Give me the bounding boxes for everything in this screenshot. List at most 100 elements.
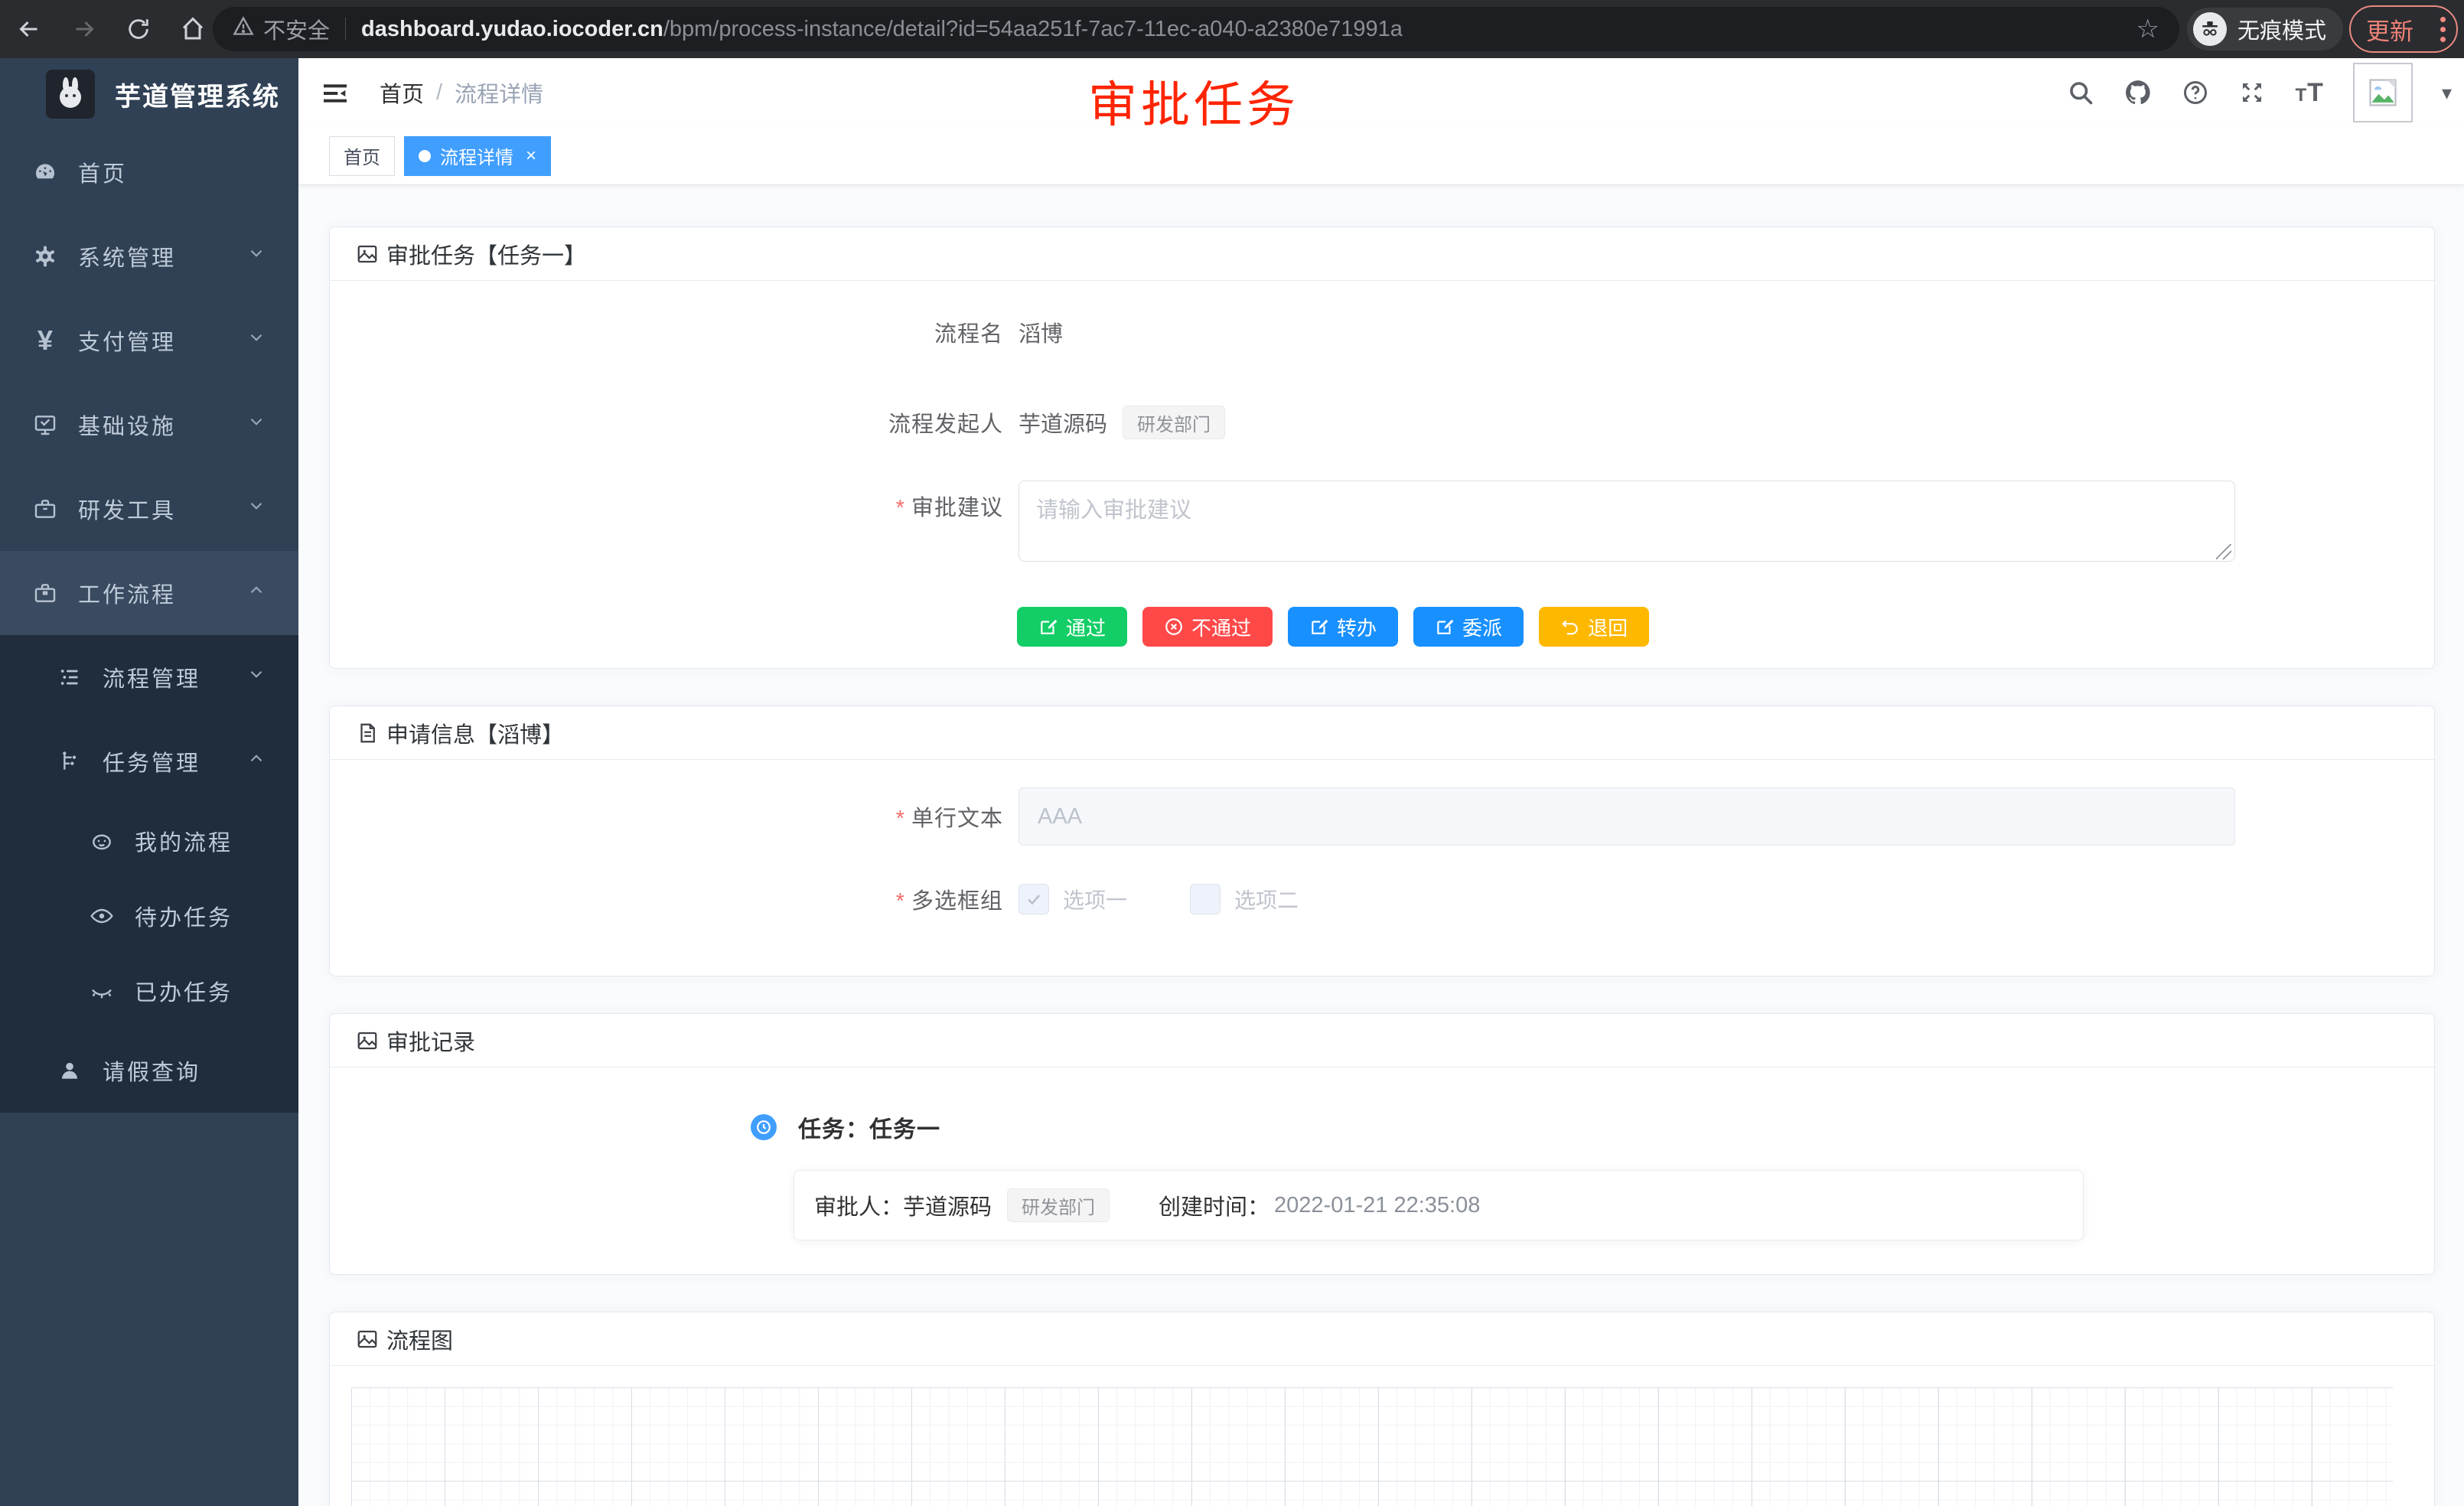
approver-value: 芋道源码 (903, 1189, 992, 1221)
single-text-row: *单行文本 (330, 787, 2434, 846)
opinion-label: *审批建议 (330, 481, 1003, 522)
undo-icon (1560, 617, 1580, 637)
annotation-title: 审批任务 (1088, 66, 1299, 136)
sidebar-item-workflow[interactable]: 工作流程 (0, 551, 298, 635)
sidebar-item-devtools[interactable]: 研发工具 (0, 467, 298, 551)
url-path: /bpm/process-instance/detail?id=54aa251f… (663, 17, 1403, 41)
fullscreen-icon[interactable] (2238, 79, 2266, 106)
checkbox-option2-label: 选项二 (1234, 884, 1299, 914)
created-label: 创建时间： (1159, 1189, 1269, 1221)
help-icon[interactable] (2182, 79, 2209, 106)
diagram-card-header: 流程图 (330, 1312, 2434, 1366)
created-value: 2022-01-21 22:35:08 (1274, 1193, 1480, 1218)
opinion-textarea[interactable] (1019, 481, 2235, 562)
chevron-up-icon (246, 580, 266, 606)
return-button[interactable]: 退回 (1539, 607, 1649, 647)
bookmark-star-icon[interactable]: ☆ (2136, 14, 2159, 44)
transfer-button[interactable]: 转办 (1288, 607, 1398, 647)
update-button[interactable]: 更新 (2349, 5, 2458, 53)
process-name-row: 流程名 滔博 (330, 309, 2434, 355)
yen-icon: ¥ (32, 324, 58, 357)
sidebar-item-system[interactable]: 系统管理 (0, 214, 298, 298)
eye-closed-icon (89, 979, 115, 1003)
chevron-down-icon (246, 664, 266, 690)
document-icon (356, 722, 379, 745)
avatar[interactable] (2353, 63, 2413, 122)
sidebar-item-payment[interactable]: ¥ 支付管理 (0, 298, 298, 383)
process-diagram-card: 流程图 (329, 1312, 2435, 1506)
checkbox-option1-checked[interactable] (1019, 884, 1049, 914)
sidebar-logo[interactable]: 芋道管理系统 (0, 58, 298, 130)
records-card-header: 审批记录 (330, 1014, 2434, 1068)
update-label: 更新 (2366, 12, 2413, 47)
sidebar: 芋道管理系统 首页 系统管理 ¥ 支付管理 基础设施 (0, 58, 298, 1506)
search-icon[interactable] (2067, 79, 2094, 106)
initiator-row: 流程发起人 芋道源码 研发部门 (330, 399, 2434, 445)
delegate-button[interactable]: 委派 (1413, 607, 1524, 647)
page-content: 审批任务【任务一】 流程名 滔博 流程发起人 芋道源码 研发部门 (298, 185, 2464, 1506)
incognito-icon (2193, 12, 2227, 46)
sidebar-item-done-tasks[interactable]: 已办任务 (0, 953, 298, 1028)
apply-card-header: 申请信息【滔博】 (330, 706, 2434, 760)
apply-info-card: 申请信息【滔博】 *单行文本 *多选框组 选项一 (329, 706, 2435, 976)
initiator-label: 流程发起人 (330, 406, 1003, 438)
initiator-value: 芋道源码 (1019, 406, 1107, 438)
gear-icon (32, 244, 58, 269)
home-icon[interactable] (179, 15, 207, 43)
back-icon[interactable] (15, 15, 43, 43)
approve-button[interactable]: 通过 (1017, 607, 1127, 647)
chevron-down-icon (246, 243, 266, 269)
approve-card-header: 审批任务【任务一】 (330, 227, 2434, 281)
checkbox-group-row: *多选框组 选项一 选项二 (330, 878, 2434, 921)
avatar-caret-icon[interactable]: ▾ (2442, 81, 2452, 105)
sidebar-item-home[interactable]: 首页 (0, 130, 298, 214)
sidebar-item-leave-query[interactable]: 请假查询 (0, 1028, 298, 1113)
chevron-down-icon (246, 328, 266, 354)
sidebar-item-task-mgmt[interactable]: 任务管理 (0, 719, 298, 804)
clock-icon (751, 1114, 777, 1140)
user-icon (57, 1058, 83, 1083)
url-bar[interactable]: 不安全 dashboard.yudao.iocoder.cn/bpm/proce… (213, 7, 2179, 51)
picture-icon (356, 243, 379, 266)
sidebar-item-todo-tasks[interactable]: 待办任务 (0, 878, 298, 953)
github-icon[interactable] (2123, 78, 2153, 107)
breadcrumb-current: 流程详情 (455, 77, 543, 109)
eye-open-icon (89, 904, 115, 928)
font-size-icon[interactable]: TT (2295, 78, 2323, 108)
tab-home[interactable]: 首页 (329, 136, 395, 176)
single-text-input[interactable] (1019, 787, 2235, 846)
hamburger-icon[interactable] (320, 78, 350, 112)
circle-close-icon (1164, 617, 1184, 637)
url-divider (345, 18, 346, 41)
incognito-badge: 无痕模式 (2187, 8, 2343, 51)
approve-task-card: 审批任务【任务一】 流程名 滔博 流程发起人 芋道源码 研发部门 (329, 227, 2435, 669)
tab-process-detail[interactable]: 流程详情 × (404, 136, 551, 176)
top-navbar: 首页 / 流程详情 审批任务 TT ▾ (298, 58, 2464, 127)
refresh-icon[interactable] (125, 16, 152, 42)
breadcrumb: 首页 / 流程详情 (380, 58, 543, 127)
sidebar-item-infra[interactable]: 基础设施 (0, 383, 298, 467)
reject-button[interactable]: 不通过 (1142, 607, 1273, 647)
bpmn-grid-canvas[interactable] (351, 1387, 2393, 1506)
tags-view: 首页 流程详情 × (298, 127, 2464, 185)
url-domain: dashboard.yudao.iocoder.cn (361, 17, 663, 41)
initiator-dept-tag: 研发部门 (1123, 406, 1225, 439)
edit-icon (1038, 617, 1058, 637)
browser-menu-icon[interactable] (2440, 17, 2446, 42)
incognito-label: 无痕模式 (2237, 13, 2326, 45)
list-icon (57, 665, 83, 689)
forward-icon[interactable] (70, 15, 98, 43)
approver-label: 审批人： (814, 1189, 903, 1221)
dashboard-icon (32, 160, 58, 184)
sidebar-item-my-process[interactable]: 我的流程 (0, 804, 298, 878)
toolbox-icon (32, 497, 58, 521)
robot-icon (89, 829, 115, 853)
approve-card-title: 审批任务【任务一】 (386, 238, 586, 270)
tab-close-icon[interactable]: × (526, 145, 536, 167)
sidebar-item-process-mgmt[interactable]: 流程管理 (0, 635, 298, 719)
resize-grip-icon[interactable] (2216, 544, 2231, 559)
breadcrumb-home[interactable]: 首页 (380, 77, 424, 109)
opinion-row: *审批建议 (330, 481, 2434, 566)
checkbox-option2-unchecked[interactable] (1190, 884, 1221, 914)
security-warning-icon (233, 15, 254, 43)
